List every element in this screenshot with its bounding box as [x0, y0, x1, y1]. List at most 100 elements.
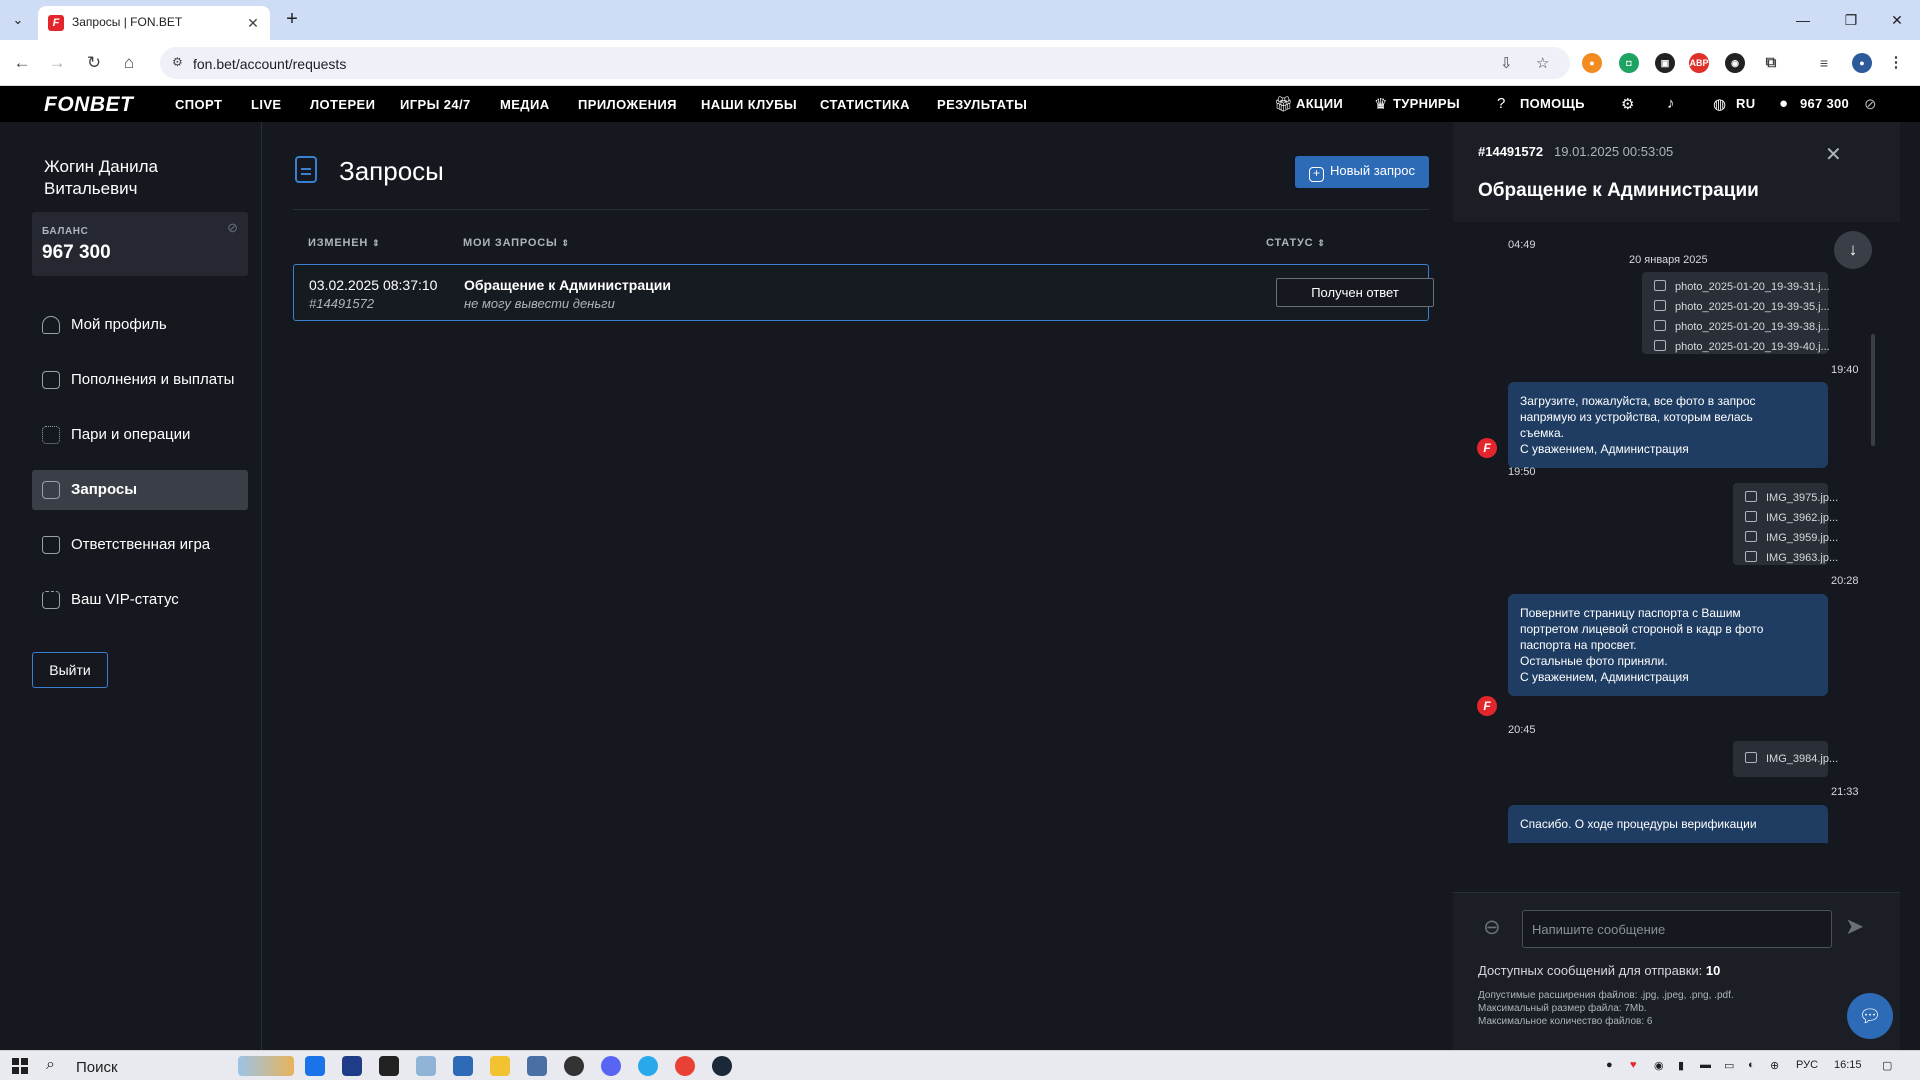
input-language[interactable]: РУС [1796, 1059, 1818, 1071]
notification-center-icon[interactable]: ▢ [1882, 1059, 1892, 1072]
send-icon[interactable]: ➤ [1845, 913, 1864, 940]
request-row[interactable]: 03.02.2025 08:37:10 #14491572 Обращение … [293, 264, 1434, 321]
app-icon[interactable] [564, 1056, 584, 1076]
sidebar-item-payments[interactable]: Пополнения и выплаты [32, 360, 248, 400]
nav-media[interactable]: МЕДИА [500, 97, 550, 112]
nav-results[interactable]: РЕЗУЛЬТАТЫ [937, 97, 1027, 112]
file-attachment[interactable]: photo_2025-01-20_19-39-38.j... [1654, 320, 1830, 333]
reading-list-icon[interactable]: ≡ [1814, 53, 1834, 73]
chrome-icon[interactable] [675, 1056, 695, 1076]
nav-clubs[interactable]: НАШИ КЛУБЫ [701, 97, 797, 112]
extension-green-icon[interactable]: ◘ [1619, 53, 1639, 73]
reload-icon[interactable]: ↻ [81, 50, 107, 76]
scroll-down-arrow-icon[interactable]: ↓ [1834, 231, 1872, 269]
nav-games[interactable]: ИГРЫ 24/7 [400, 97, 471, 112]
fonbet-logo[interactable]: FONBET [44, 93, 133, 117]
close-panel-icon[interactable]: ✕ [1825, 142, 1842, 167]
chat-scrollbar[interactable] [1871, 334, 1875, 446]
settings-gear-icon[interactable]: ⚙ [1621, 95, 1634, 113]
paperclip-icon[interactable]: ⊘ [1477, 912, 1507, 942]
tournaments-link[interactable]: ТУРНИРЫ [1393, 96, 1460, 111]
tray-vpn-icon[interactable]: ♥ [1630, 1059, 1637, 1071]
tray-network-icon[interactable]: ⊕ [1770, 1059, 1779, 1072]
address-bar[interactable]: ⚙ fon.bet/account/requests ⇩ ☆ [160, 47, 1570, 79]
telegram-icon[interactable] [638, 1056, 658, 1076]
new-request-button[interactable]: + Новый запрос [1295, 156, 1429, 188]
promos-link[interactable]: АКЦИИ [1296, 96, 1343, 111]
new-tab-plus-icon[interactable]: + [280, 8, 304, 32]
header-balance[interactable]: 967 300 [1800, 96, 1849, 111]
browser-tab[interactable]: F Запросы | FON.BET ✕ [38, 6, 270, 40]
l-app-icon[interactable] [342, 1056, 362, 1076]
tray-steam-icon[interactable]: ◉ [1654, 1059, 1664, 1072]
minimize-icon[interactable]: — [1780, 6, 1826, 34]
tray-battery-icon[interactable]: ▭ [1724, 1059, 1734, 1072]
file-explorer-icon[interactable] [490, 1056, 510, 1076]
column-status[interactable]: СТАТУС ⇕ [1266, 237, 1326, 249]
message-input[interactable] [1522, 910, 1832, 948]
tray-mic-icon[interactable]: ▮ [1678, 1059, 1684, 1072]
notifications-bell-icon[interactable]: ♪ [1667, 95, 1675, 112]
file-attachment[interactable]: IMG_3959.jp... [1745, 531, 1838, 544]
window-close-icon[interactable]: ✕ [1874, 6, 1920, 34]
nav-sport[interactable]: СПОРТ [175, 97, 222, 112]
extension-robot-icon[interactable]: ◉ [1725, 53, 1745, 73]
sidebar-item-responsible-gaming[interactable]: Ответственная игра [32, 525, 248, 565]
tray-drive-icon[interactable]: ▬ [1700, 1059, 1711, 1071]
profile-avatar-icon[interactable]: ● [1852, 53, 1872, 73]
file-attachment[interactable]: IMG_3962.jp... [1745, 511, 1838, 524]
message-line: напрямую из устройства, которым велась [1520, 410, 1753, 424]
tab-close-icon[interactable]: ✕ [244, 14, 262, 32]
browser-menu-icon[interactable]: ⋮ [1886, 53, 1906, 73]
search-highlight-image[interactable] [238, 1056, 294, 1076]
file-attachment[interactable]: photo_2025-01-20_19-39-35.j... [1654, 300, 1830, 313]
restore-icon[interactable]: ❐ [1828, 6, 1874, 34]
video-app-icon[interactable] [453, 1056, 473, 1076]
nav-live[interactable]: LIVE [251, 97, 282, 112]
tab-search-chevron-icon[interactable]: ⌄ [6, 8, 30, 32]
extension-dark-icon[interactable]: ▣ [1655, 53, 1675, 73]
tray-volume-icon[interactable]: ◐ [1748, 1059, 1755, 1071]
sidebar-item-vip[interactable]: Ваш VIP-статус [32, 580, 248, 620]
extension-fire-icon[interactable]: ● [1582, 53, 1602, 73]
discord-icon[interactable] [601, 1056, 621, 1076]
steam-icon[interactable] [712, 1056, 732, 1076]
column-my-requests[interactable]: МОИ ЗАПРОСЫ ⇕ [463, 237, 570, 249]
bookmark-star-icon[interactable]: ☆ [1536, 54, 1549, 72]
help-link[interactable]: ПОМОЩЬ [1520, 96, 1585, 111]
sidebar-item-profile[interactable]: Мой профиль [32, 305, 248, 345]
tray-status-icon[interactable]: ● [1606, 1059, 1613, 1071]
clock-time[interactable]: 16:15 [1834, 1059, 1862, 1071]
forward-arrow-icon[interactable]: → [44, 50, 70, 76]
install-app-icon[interactable]: ⇩ [1500, 54, 1513, 72]
file-name: photo_2025-01-20_19-39-38.j... [1675, 321, 1830, 333]
nav-lotteries[interactable]: ЛОТЕРЕИ [310, 97, 375, 112]
language-select[interactable]: RU [1736, 96, 1755, 111]
file-attachment[interactable]: photo_2025-01-20_19-39-31.j... [1654, 280, 1830, 293]
mail-app-icon[interactable] [305, 1056, 325, 1076]
file-attachment[interactable]: IMG_3984.jp... [1745, 752, 1838, 765]
nav-apps[interactable]: ПРИЛОЖЕНИЯ [578, 97, 677, 112]
site-info-icon[interactable]: ⚙ [172, 55, 183, 69]
hide-balance-icon[interactable]: ⊘ [227, 220, 238, 236]
windows-start-icon[interactable] [12, 1058, 28, 1074]
logout-button[interactable]: Выйти [32, 652, 108, 688]
sidebar-item-requests[interactable]: Запросы [32, 470, 248, 510]
extensions-puzzle-icon[interactable]: ⧉ [1761, 53, 1781, 73]
file-attachment[interactable]: IMG_3963.jp... [1745, 551, 1838, 564]
column-changed[interactable]: ИЗМЕНЕН ⇕ [308, 237, 380, 249]
app-icon[interactable] [527, 1056, 547, 1076]
admin-avatar: F [1477, 696, 1497, 716]
notion-app-icon[interactable] [379, 1056, 399, 1076]
app-icon[interactable] [416, 1056, 436, 1076]
file-attachment[interactable]: IMG_3975.jp... [1745, 491, 1838, 504]
sidebar-item-bets[interactable]: Пари и операции [32, 415, 248, 455]
nav-statistics[interactable]: СТАТИСТИКА [820, 97, 910, 112]
home-icon[interactable]: ⌂ [116, 50, 142, 76]
hide-balance-eye-icon[interactable]: ⊘ [1864, 95, 1877, 113]
support-chat-icon[interactable]: 💬︎ [1847, 993, 1893, 1039]
adblock-icon[interactable]: ABP [1689, 53, 1709, 73]
back-arrow-icon[interactable]: ← [9, 50, 35, 76]
chat-history[interactable]: 04:49 20 января 2025 ↓ photo_2025-01-20_… [1453, 222, 1900, 892]
file-attachment[interactable]: photo_2025-01-20_19-39-40.j... [1654, 340, 1830, 353]
